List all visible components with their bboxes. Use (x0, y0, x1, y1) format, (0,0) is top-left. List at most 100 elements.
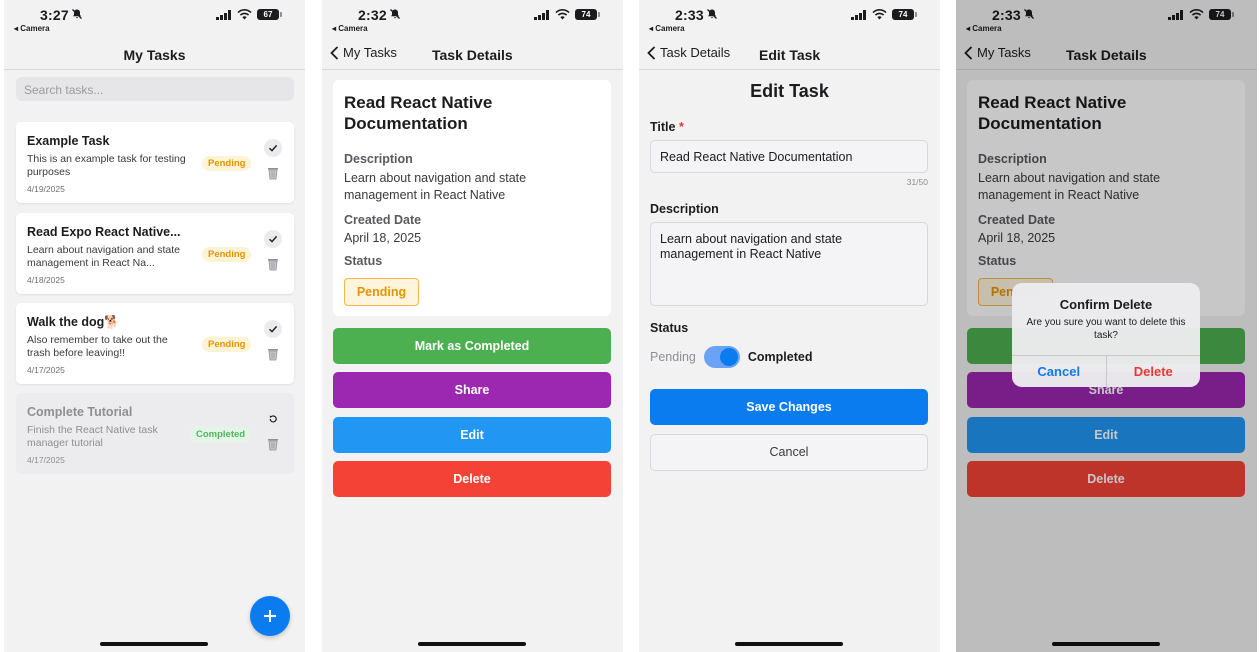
status-icons: 67 (216, 9, 282, 20)
undo-icon (269, 415, 277, 423)
status-bar: 2:32 ◂ Camera 74 (322, 0, 623, 36)
task-description: This is an example task for testing purp… (27, 153, 186, 178)
status-time: 2:33 (675, 7, 704, 23)
checkmark-icon (269, 325, 278, 333)
status-icons: 74 (534, 9, 600, 20)
trash-icon (268, 349, 278, 361)
task-title: Complete Tutorial (27, 405, 133, 419)
task-detail-card: Read React Native Documentation Descript… (333, 80, 611, 316)
form-heading: Edit Task (750, 81, 829, 101)
description-label: Description (650, 202, 719, 216)
dialog-title: Confirm Delete (1059, 297, 1153, 312)
battery-icon: 74 (575, 9, 600, 20)
checkmark-icon (269, 144, 278, 152)
status-bar: 2:33 ◂ Camera 74 (639, 0, 940, 36)
wifi-icon (872, 9, 887, 20)
complete-toggle-button[interactable] (264, 320, 282, 338)
required-mark: * (678, 120, 684, 134)
toggle-off-label: Pending (650, 350, 696, 364)
toggle-on-label: Completed (747, 350, 813, 364)
trash-icon (268, 439, 278, 451)
signal-icon (534, 9, 549, 20)
status-icons: 74 (851, 9, 917, 20)
edit-button[interactable]: Edit (333, 417, 611, 453)
status-label: Status (344, 254, 383, 268)
created-date-value: April 18, 2025 (344, 231, 422, 245)
dialog-actions: Cancel Delete (1012, 355, 1200, 387)
back-to-app-link[interactable]: ◂ Camera (332, 24, 368, 33)
status-badge: Pending (202, 337, 252, 352)
complete-toggle-button[interactable] (264, 139, 282, 157)
reopen-toggle-button[interactable] (264, 410, 282, 428)
nav-bar: My Tasks (4, 36, 305, 70)
dialog-delete-button[interactable]: Delete (1107, 356, 1201, 387)
back-button[interactable]: Task Details (647, 45, 730, 60)
battery-icon: 67 (257, 9, 282, 20)
home-indicator (100, 642, 208, 646)
status-time: 3:27 (40, 7, 69, 23)
search-input[interactable]: Search tasks... (16, 77, 294, 101)
home-indicator (735, 642, 843, 646)
home-indicator (418, 642, 526, 646)
delete-button[interactable]: Delete (333, 461, 611, 497)
status-time: 2:32 (358, 7, 387, 23)
back-button[interactable]: My Tasks (330, 45, 397, 60)
toggle-knob (719, 348, 738, 366)
description-value: Learn about navigation and state managem… (344, 171, 527, 202)
confirm-delete-dialog: Confirm Delete Are you sure you want to … (1012, 283, 1200, 387)
task-date: 4/17/2025 (27, 365, 65, 375)
title-label-text: Title (650, 120, 676, 134)
cancel-button[interactable]: Cancel (650, 434, 928, 471)
status-toggle-row: Pending Completed (650, 346, 812, 368)
task-title: Read React Native Documentation (344, 93, 493, 133)
delete-task-button[interactable] (264, 435, 282, 453)
title-input[interactable]: Read React Native Documentation (650, 140, 928, 173)
checkmark-icon (269, 235, 278, 243)
chevron-left-icon (647, 45, 656, 60)
status-badge: Pending (344, 278, 419, 306)
back-to-app-link[interactable]: ◂ Camera (14, 24, 50, 33)
status-toggle[interactable] (703, 346, 740, 368)
screen-confirm-delete: 2:33 ◂ Camera 74 My Tasks Task Details R… (956, 0, 1257, 652)
muted-bell-icon (390, 9, 400, 19)
task-title: Read Expo React Native... (27, 225, 181, 239)
wifi-icon (555, 9, 570, 20)
back-label: Task Details (660, 45, 731, 60)
add-task-button[interactable] (250, 596, 290, 636)
plus-icon (264, 610, 276, 622)
dialog-cancel-button[interactable]: Cancel (1012, 356, 1107, 387)
task-card[interactable]: Walk the dog🐕 Also remember to take out … (16, 303, 294, 384)
task-card[interactable]: Read Expo React Native... Learn about na… (16, 213, 294, 294)
battery-icon: 74 (892, 9, 917, 20)
nav-bar: Task Details Edit Task (639, 36, 940, 70)
screen-edit-task: 2:33 ◂ Camera 74 Task Details Edit Task … (639, 0, 940, 652)
page-title: Edit Task (759, 47, 821, 63)
chevron-left-icon (330, 45, 339, 60)
status-badge: Completed (190, 427, 252, 442)
status-badge: Pending (202, 156, 252, 171)
task-title: Walk the dog🐕 (27, 315, 120, 329)
status-badge: Pending (202, 247, 252, 262)
task-card[interactable]: Complete Tutorial Finish the React Nativ… (16, 393, 294, 474)
task-description: Also remember to take out the trash befo… (27, 334, 168, 359)
back-to-app-link[interactable]: ◂ Camera (649, 24, 685, 33)
task-description: Learn about navigation and state managem… (27, 244, 180, 269)
muted-bell-icon (72, 9, 82, 19)
title-label: Title * (650, 120, 684, 134)
complete-toggle-button[interactable] (264, 230, 282, 248)
share-button[interactable]: Share (333, 372, 611, 408)
task-date: 4/17/2025 (27, 455, 65, 465)
back-label: My Tasks (343, 45, 397, 60)
description-input[interactable]: Learn about navigation and state managem… (650, 222, 928, 306)
task-card[interactable]: Example Task This is an example task for… (16, 122, 294, 203)
wifi-icon (237, 9, 252, 20)
delete-task-button[interactable] (264, 164, 282, 182)
delete-task-button[interactable] (264, 255, 282, 273)
mark-completed-button[interactable]: Mark as Completed (333, 328, 611, 364)
signal-icon (216, 9, 231, 20)
task-description: Finish the React Native task manager tut… (27, 424, 158, 449)
screen-my-tasks: 3:27 ◂ Camera 67 My Tasks Search tasks..… (4, 0, 305, 652)
save-changes-button[interactable]: Save Changes (650, 389, 928, 425)
delete-task-button[interactable] (264, 345, 282, 363)
task-date: 4/19/2025 (27, 184, 65, 194)
